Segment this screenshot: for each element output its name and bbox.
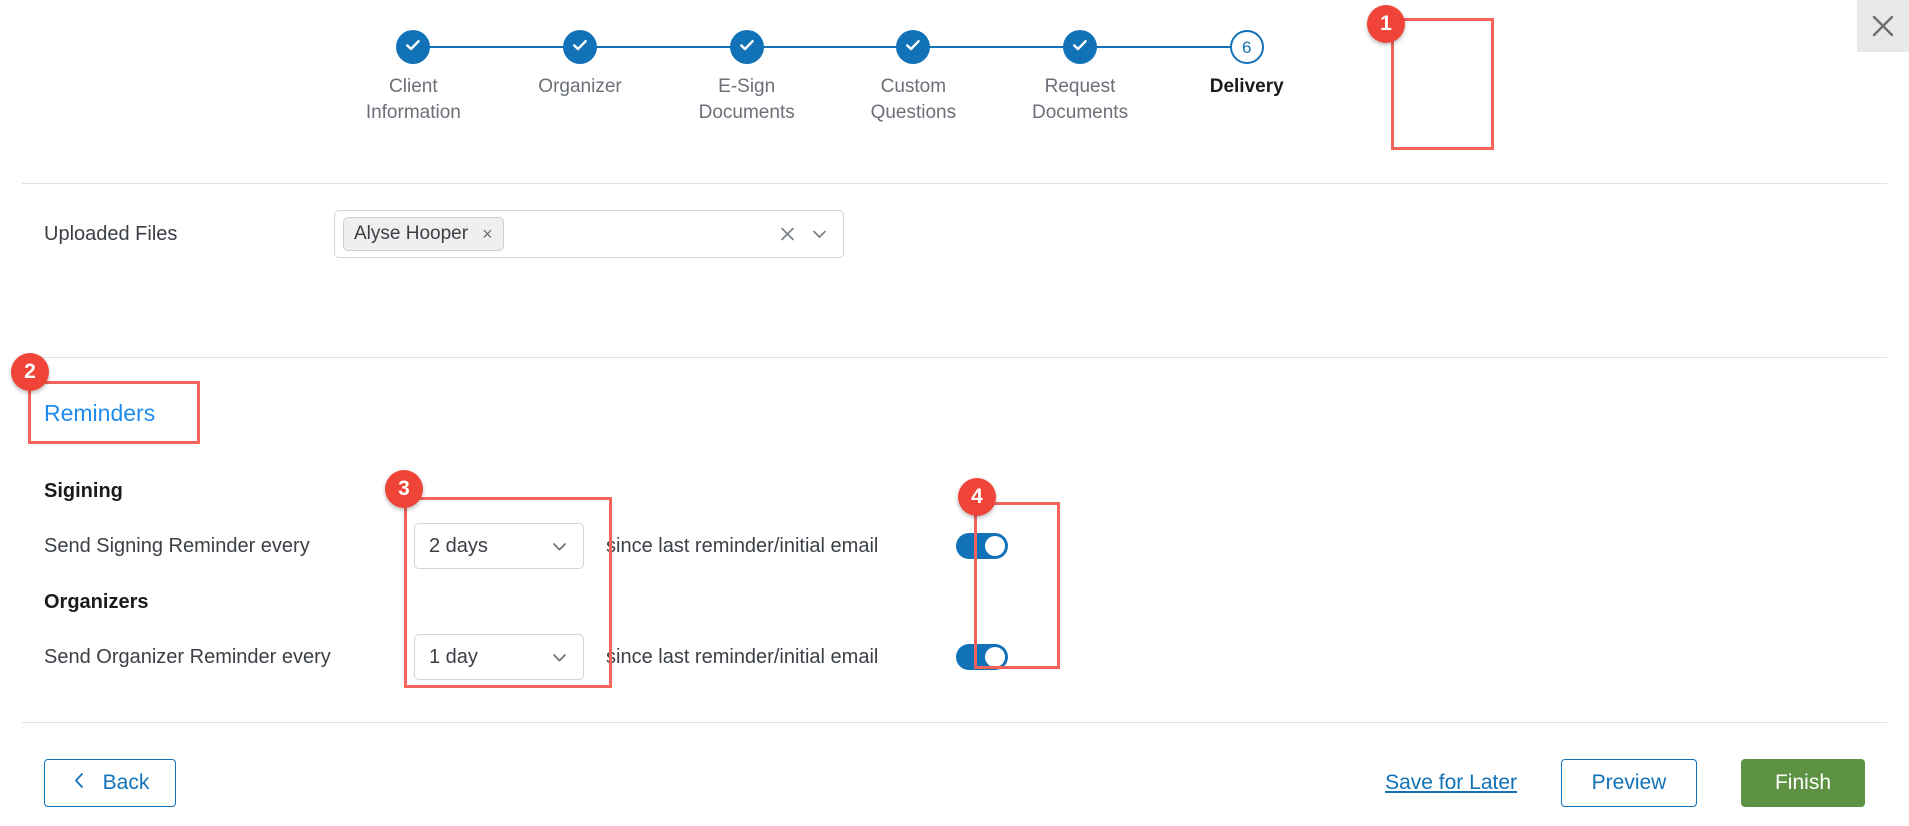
select-actions <box>779 225 829 244</box>
divider-top <box>22 183 1887 184</box>
organizer-reminder-row: Send Organizer Reminder every 1 day sinc… <box>44 634 1008 680</box>
finish-button-label: Finish <box>1774 771 1832 794</box>
step-circle <box>563 30 597 64</box>
finish-button[interactable]: Finish <box>1741 759 1865 807</box>
step-circle <box>1063 30 1098 64</box>
uploaded-file-chip[interactable]: Alyse Hooper × <box>343 217 504 251</box>
check-icon <box>404 36 422 59</box>
organizer-reminder-label: Send Organizer Reminder every <box>44 645 331 668</box>
chip-label: Alyse Hooper <box>354 223 469 244</box>
step-label: Custom Questions <box>870 76 957 124</box>
step-circle: 6 <box>1229 30 1264 64</box>
annotation-badge-4: 4 <box>958 478 996 516</box>
divider-footer <box>22 722 1887 723</box>
back-button[interactable]: Back <box>44 759 176 807</box>
toggle-knob <box>985 536 1005 556</box>
wizard-footer: Back Save for Later Preview Finish <box>0 740 1909 826</box>
organizer-interval-select[interactable]: 1 day <box>414 634 584 680</box>
close-button[interactable] <box>1857 0 1909 52</box>
chevron-down-icon <box>550 537 569 556</box>
signing-reminder-row: Send Signing Reminder every 2 days since… <box>44 523 1008 569</box>
step-connector <box>580 46 747 48</box>
step-custom-questions[interactable]: Custom Questions <box>830 30 1081 126</box>
step-label: E-Sign Documents <box>698 76 795 124</box>
check-icon <box>738 36 756 59</box>
organizer-since-label: since last reminder/initial email <box>606 645 879 668</box>
step-request-documents[interactable]: Request Documents <box>997 30 1247 126</box>
save-for-later-link[interactable]: Save for Later <box>1385 771 1517 795</box>
footer-actions: Save for Later Preview Finish <box>1385 759 1865 807</box>
preview-button[interactable]: Preview <box>1561 759 1697 807</box>
annotation-badge-2: 2 <box>11 353 49 391</box>
clear-icon[interactable] <box>779 226 796 243</box>
step-circle <box>729 30 764 64</box>
step-client-information[interactable]: Client Information <box>330 30 580 126</box>
organizer-reminder-toggle[interactable] <box>956 644 1008 670</box>
step-connector <box>413 46 580 48</box>
organizers-heading: Organizers <box>44 591 149 613</box>
divider-middle <box>22 357 1887 358</box>
signing-interval-value: 2 days <box>429 534 488 557</box>
step-organizer[interactable]: Organizer <box>497 30 747 100</box>
step-label: Delivery <box>1209 76 1284 97</box>
step-label: Request Documents <box>1031 76 1129 124</box>
check-icon <box>904 36 922 59</box>
step-label: Client Information <box>365 76 461 124</box>
step-circle <box>896 30 931 64</box>
chevron-down-icon <box>550 648 569 667</box>
chevron-left-icon <box>71 771 87 796</box>
organizer-interval-value: 1 day <box>429 645 478 668</box>
close-icon <box>1870 13 1896 39</box>
signing-reminder-label: Send Signing Reminder every <box>44 534 310 557</box>
signing-since-label: since last reminder/initial email <box>606 534 879 557</box>
check-icon <box>1071 36 1089 59</box>
signing-interval-select[interactable]: 2 days <box>414 523 584 569</box>
toggle-knob <box>985 647 1005 667</box>
chip-remove-icon[interactable]: × <box>482 225 493 243</box>
step-connector <box>1080 46 1247 48</box>
back-button-label: Back <box>102 771 150 794</box>
step-connector <box>746 46 914 48</box>
step-connector <box>913 46 1081 48</box>
stepper-steps: Client Information Organizer E-Sign Docu… <box>330 30 1330 126</box>
wizard-stepper: Client Information Organizer E-Sign Docu… <box>330 30 1330 140</box>
chevron-down-icon[interactable] <box>810 225 829 244</box>
signing-reminder-toggle[interactable] <box>956 533 1008 559</box>
preview-button-label: Preview <box>1591 771 1667 794</box>
tab-reminders[interactable]: Reminders <box>44 400 155 427</box>
uploaded-files-label: Uploaded Files <box>44 222 178 245</box>
uploaded-files-row: Uploaded Files Alyse Hooper × <box>44 210 844 258</box>
step-circle <box>396 30 431 64</box>
annotation-badge-3: 3 <box>385 470 423 508</box>
step-esign-documents[interactable]: E-Sign Documents <box>663 30 914 126</box>
uploaded-files-select[interactable]: Alyse Hooper × <box>334 210 844 258</box>
step-label: Organizer <box>538 76 622 97</box>
check-icon <box>571 36 589 59</box>
signing-heading: Sigining <box>44 480 123 502</box>
step-delivery[interactable]: 6 Delivery <box>1163 30 1330 100</box>
